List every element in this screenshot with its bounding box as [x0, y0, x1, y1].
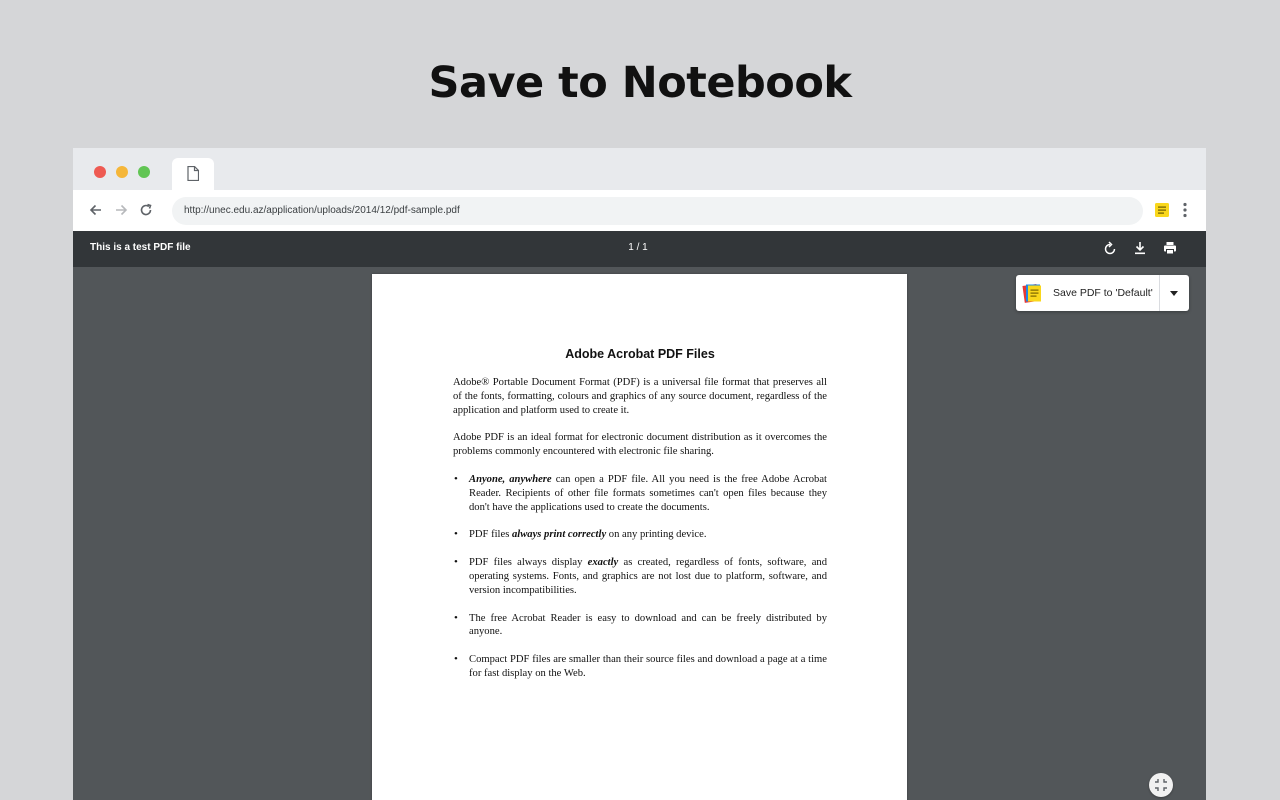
close-window-button[interactable]: [94, 166, 106, 178]
pdf-toolbar: This is a test PDF file 1 / 1: [73, 231, 1206, 267]
address-bar[interactable]: http://unec.edu.az/application/uploads/2…: [172, 197, 1143, 225]
maximize-window-button[interactable]: [138, 166, 150, 178]
more-menu-icon[interactable]: [1177, 201, 1193, 219]
list-item: The free Acrobat Reader is easy to downl…: [453, 612, 827, 640]
download-icon[interactable]: [1132, 240, 1148, 256]
list-item: Anyone, anywhere can open a PDF file. Al…: [453, 473, 827, 514]
browser-toolbar: http://unec.edu.az/application/uploads/2…: [73, 190, 1206, 231]
notebook-icon: [1022, 284, 1041, 303]
pdf-viewer: Adobe Acrobat PDF Files Adobe® Portable …: [73, 267, 1206, 800]
browser-tab[interactable]: [172, 158, 214, 190]
notebook-dropdown-button[interactable]: [1160, 275, 1189, 311]
pdf-content: Adobe Acrobat PDF Files Adobe® Portable …: [453, 346, 827, 695]
back-icon[interactable]: [87, 201, 105, 219]
page-indicator: 1 / 1: [628, 242, 648, 253]
document-title: Adobe Acrobat PDF Files: [565, 347, 715, 361]
rotate-icon[interactable]: [1102, 240, 1118, 256]
pdf-page: Adobe Acrobat PDF Files Adobe® Portable …: [372, 274, 907, 800]
list-item: PDF files always display exactly as crea…: [453, 556, 827, 597]
pdf-title: This is a test PDF file: [90, 242, 191, 253]
notebook-extension-icon[interactable]: [1154, 202, 1170, 218]
tab-strip: [73, 148, 1206, 190]
bullet-list: Anyone, anywhere can open a PDF file. Al…: [453, 473, 827, 681]
promo-title: Save to Notebook: [428, 58, 852, 108]
list-item: Compact PDF files are smaller than their…: [453, 653, 827, 681]
browser-window: http://unec.edu.az/application/uploads/2…: [73, 148, 1206, 800]
save-to-notebook-widget: Save PDF to 'Default': [1016, 275, 1189, 311]
paragraph: Adobe PDF is an ideal format for electro…: [453, 432, 827, 458]
paragraph: Adobe® Portable Document Format (PDF) is…: [453, 377, 827, 416]
print-icon[interactable]: [1162, 240, 1178, 256]
fit-to-page-button[interactable]: [1149, 773, 1173, 797]
minimize-window-button[interactable]: [116, 166, 128, 178]
reload-icon[interactable]: [137, 201, 155, 219]
document-icon: [187, 166, 199, 181]
forward-icon[interactable]: [112, 201, 130, 219]
collapse-icon: [1155, 779, 1167, 791]
save-pdf-button[interactable]: Save PDF to 'Default': [1053, 275, 1153, 311]
list-item: PDF files always print correctly on any …: [453, 528, 827, 542]
